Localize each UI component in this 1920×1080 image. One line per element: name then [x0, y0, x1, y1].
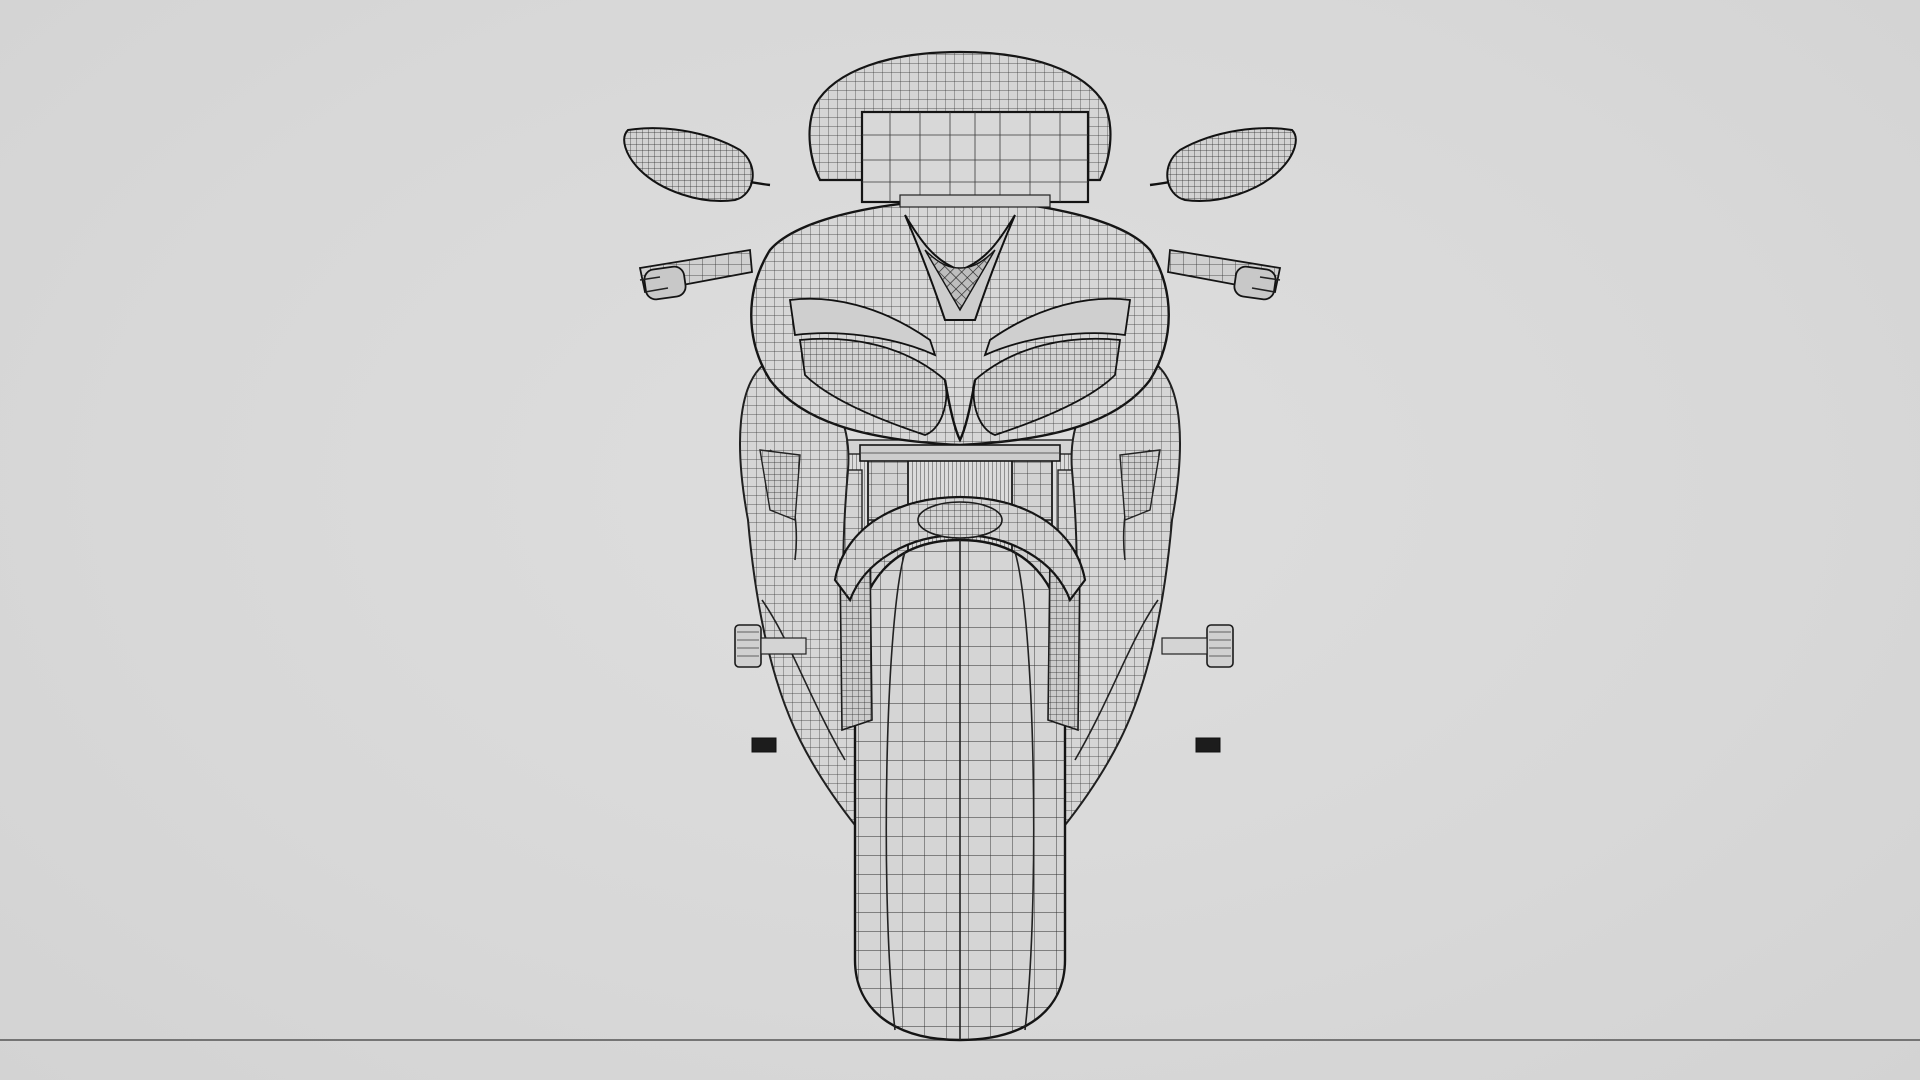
3d-viewport[interactable]: [0, 0, 1920, 1080]
instrument-display: [860, 110, 1090, 208]
headlight-fairing: [750, 198, 1170, 447]
front-wheel: [853, 538, 1067, 1042]
right-footpeg: [1161, 624, 1234, 753]
triple-clamp: [859, 444, 1061, 462]
left-mirror: [623, 127, 771, 202]
right-mirror: [1149, 127, 1297, 202]
left-handlebar: [638, 248, 753, 301]
motorcycle-wireframe-scene: [0, 50, 1920, 1042]
right-handlebar: [1167, 248, 1282, 301]
